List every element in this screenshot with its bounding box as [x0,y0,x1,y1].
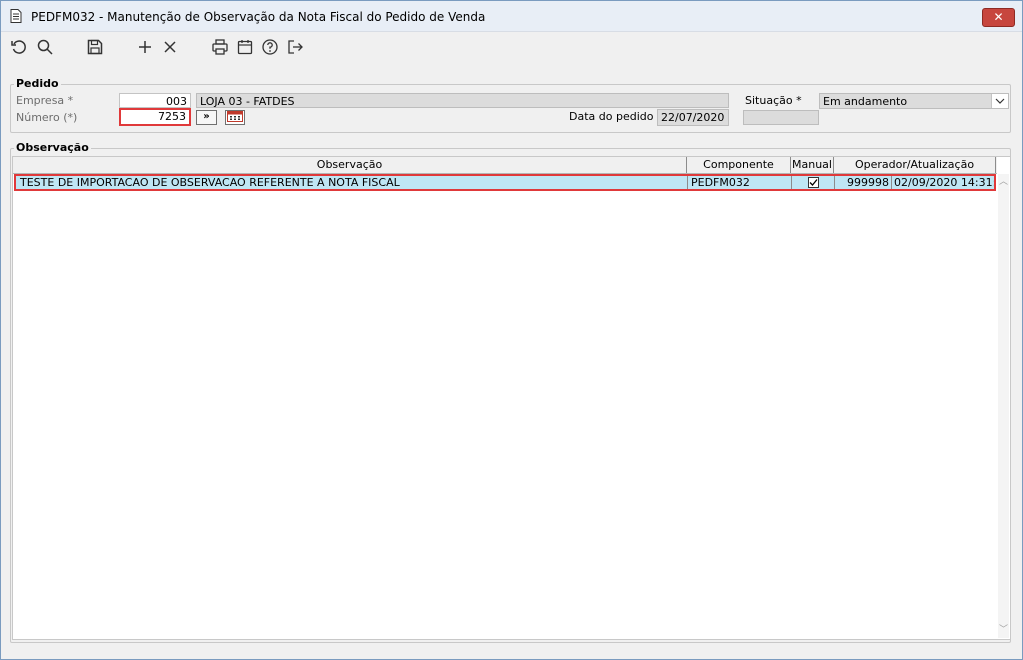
observacao-group-title: Observação [14,141,91,154]
undo-icon[interactable] [10,38,30,58]
search-icon[interactable] [36,38,56,58]
grid-header: Observação Componente Manual Operador/At… [13,157,997,174]
close-button[interactable]: ✕ [982,8,1015,27]
situacao-value: Em andamento [823,95,908,108]
scroll-down-icon[interactable]: ﹀ [998,624,1009,636]
calendar-icon[interactable] [236,38,256,58]
main-window: PEDFM032 - Manutenção de Observação da N… [0,0,1023,660]
chevron-down-icon[interactable] [991,94,1008,108]
numero-field[interactable]: 7253 [119,108,191,126]
next-button[interactable]: » [196,110,217,125]
data-pedido-label: Data do pedido * [569,110,663,123]
column-header-operador[interactable]: Operador/Atualização [834,157,996,173]
pedido-group-title: Pedido [14,77,61,90]
situacao-extra-field [743,110,819,125]
save-icon[interactable] [86,38,106,58]
empresa-label: Empresa * [16,94,74,107]
add-icon[interactable] [136,38,156,58]
toolbar [1,32,1022,62]
help-icon[interactable] [261,38,281,58]
observacao-grid: Observação Componente Manual Operador/At… [12,156,1011,640]
document-icon [10,9,22,26]
cell-operador[interactable]: 999998 [836,176,891,189]
table-row[interactable]: TESTE DE IMPORTACAO DE OBSERVACAO REFERE… [14,174,996,191]
vertical-scrollbar[interactable]: ︿ ﹀ [998,174,1009,638]
manual-checkbox[interactable] [808,177,819,188]
cell-atualizacao[interactable]: 02/09/2020 14:31:45 [892,176,994,189]
title-bar: PEDFM032 - Manutenção de Observação da N… [1,1,1022,32]
check-icon [809,179,818,186]
exit-icon[interactable] [286,38,306,58]
cell-observacao[interactable]: TESTE DE IMPORTACAO DE OBSERVACAO REFERE… [18,176,688,189]
calendar-grid-icon [227,111,243,122]
window-title: PEDFM032 - Manutenção de Observação da N… [31,10,486,24]
cell-componente[interactable]: PEDFM032 [689,176,789,189]
column-header-observacao[interactable]: Observação [13,157,687,173]
situacao-select[interactable]: Em andamento [819,93,1009,109]
calendar-grid-button[interactable] [225,110,245,125]
column-header-manual[interactable]: Manual [791,157,834,173]
empresa-name-field: LOJA 03 - FATDES [196,93,729,108]
column-header-componente[interactable]: Componente [687,157,791,173]
situacao-label: Situação * [745,94,802,107]
data-pedido-field: 22/07/2020 [657,109,729,126]
scroll-up-icon[interactable]: ︿ [998,176,1009,188]
numero-label: Número (*) [16,111,78,124]
delete-icon[interactable] [161,38,181,58]
empresa-code-field[interactable]: 003 [119,93,191,108]
print-icon[interactable] [211,38,231,58]
